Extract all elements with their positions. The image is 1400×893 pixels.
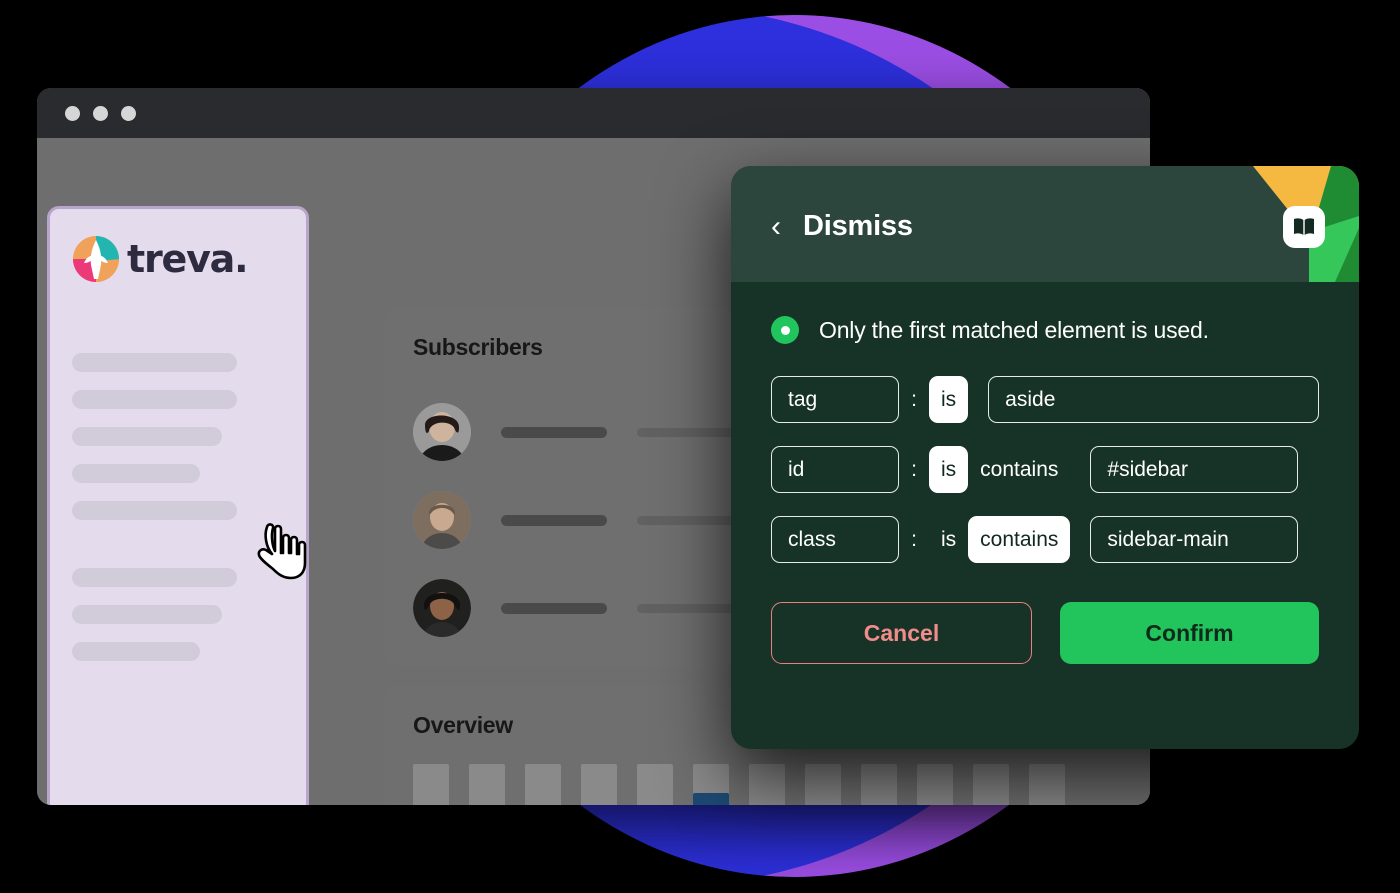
chart-bar-track xyxy=(973,764,1009,805)
chevron-left-icon[interactable]: ‹ xyxy=(771,211,781,242)
sidebar-logo[interactable]: treva. xyxy=(72,235,284,283)
first-match-radio-row[interactable]: Only the first matched element is used. xyxy=(771,316,1319,344)
dialog-header: ‹ Dismiss xyxy=(731,166,1359,282)
overview-bar-chart xyxy=(413,764,1150,805)
dialog-title: Dismiss xyxy=(803,210,913,242)
chart-bar-track xyxy=(525,764,561,805)
rule-operator-is[interactable]: is xyxy=(929,446,969,493)
window-close-dot[interactable] xyxy=(65,105,80,121)
window-maximize-dot[interactable] xyxy=(121,105,136,121)
dialog-body: Only the first matched element is used. … xyxy=(731,282,1359,563)
rule-value-text: sidebar-main xyxy=(1107,527,1229,551)
rule-operator-contains[interactable]: contains xyxy=(968,516,1071,563)
treva-circle-logo-icon xyxy=(72,235,120,283)
rule-operator-is[interactable]: is xyxy=(929,516,968,563)
chart-bar-track xyxy=(861,764,897,805)
rule-separator: : xyxy=(911,387,917,411)
screenshot-stage: treva. Subscribers Overview ‹ Dismiss On… xyxy=(0,0,1400,893)
rule-operator-is-label: is xyxy=(941,387,957,411)
rule-attribute-input[interactable]: tag xyxy=(771,376,899,423)
rule-attribute-input[interactable]: id xyxy=(771,446,899,493)
chart-bar-track xyxy=(917,764,953,805)
rule-operator-is-label: is xyxy=(941,457,957,481)
chart-bar-track xyxy=(805,764,841,805)
rule-operator-contains-label: contains xyxy=(980,527,1059,551)
radio-selected-icon[interactable] xyxy=(771,316,799,344)
avatar xyxy=(413,491,471,549)
subscriber-cell-secondary xyxy=(637,427,743,437)
rule-operator-contains[interactable]: contains xyxy=(968,446,1070,493)
rule-value-input[interactable]: sidebar-main xyxy=(1090,516,1299,563)
rule-operator-contains-label: contains xyxy=(980,457,1059,481)
chart-bar[interactable] xyxy=(693,793,729,805)
chart-bar-track xyxy=(413,764,449,805)
subscriber-cell-secondary xyxy=(637,515,743,525)
chart-bar-track xyxy=(637,764,673,805)
sidebar-skeleton-item[interactable] xyxy=(72,501,237,520)
browser-titlebar xyxy=(37,88,1150,138)
rule-attribute-value: id xyxy=(788,457,805,481)
rule-operator-is-label: is xyxy=(941,527,957,551)
chart-bar-track xyxy=(749,764,785,805)
sidebar-skeleton-item[interactable] xyxy=(72,427,222,446)
subscriber-cell-primary xyxy=(501,426,607,438)
subscriber-cell-primary xyxy=(501,602,607,614)
cancel-button[interactable]: Cancel xyxy=(771,602,1032,664)
avatar xyxy=(413,579,471,637)
rule-row: id : is contains #sidebar xyxy=(771,446,1319,493)
avatar xyxy=(413,403,471,461)
rule-value-input[interactable]: #sidebar xyxy=(1090,446,1299,493)
sidebar-skeleton-item[interactable] xyxy=(72,464,200,483)
rule-attribute-value: class xyxy=(788,527,836,551)
sidebar-skeleton-item[interactable] xyxy=(72,642,200,661)
rule-value-text: #sidebar xyxy=(1107,457,1188,481)
rule-operator-is[interactable]: is xyxy=(929,376,969,423)
sidebar-skeleton-item[interactable] xyxy=(72,605,222,624)
app-sidebar: treva. xyxy=(47,206,309,805)
rule-row: class : is contains sidebar-main xyxy=(771,516,1319,563)
sidebar-skeleton-item[interactable] xyxy=(72,568,237,587)
rule-separator: : xyxy=(911,457,917,481)
sidebar-logo-text: treva. xyxy=(127,237,249,281)
book-icon[interactable] xyxy=(1283,206,1325,248)
selector-dialog: ‹ Dismiss Only the first matched element… xyxy=(731,166,1359,749)
subscriber-cell-secondary xyxy=(637,603,743,613)
subscriber-cell-primary xyxy=(501,514,607,526)
sidebar-skeleton-item[interactable] xyxy=(72,390,237,409)
dialog-button-row: Cancel Confirm xyxy=(731,586,1359,664)
chart-bar-track xyxy=(693,764,729,805)
chart-bar-track xyxy=(469,764,505,805)
chart-bar-track xyxy=(1029,764,1065,805)
rule-attribute-value: tag xyxy=(788,387,818,411)
chart-bar-track xyxy=(581,764,617,805)
pointing-hand-cursor-icon xyxy=(250,521,312,589)
rule-value-input[interactable]: aside xyxy=(988,376,1319,423)
sidebar-skeleton-item[interactable] xyxy=(72,353,237,372)
rule-attribute-input[interactable]: class xyxy=(771,516,899,563)
window-minimize-dot[interactable] xyxy=(93,105,108,121)
rule-row: tag : is aside xyxy=(771,376,1319,423)
rule-value-text: aside xyxy=(1005,387,1056,411)
confirm-button[interactable]: Confirm xyxy=(1060,602,1319,664)
first-match-radio-label: Only the first matched element is used. xyxy=(819,316,1209,343)
rule-separator: : xyxy=(911,527,917,551)
